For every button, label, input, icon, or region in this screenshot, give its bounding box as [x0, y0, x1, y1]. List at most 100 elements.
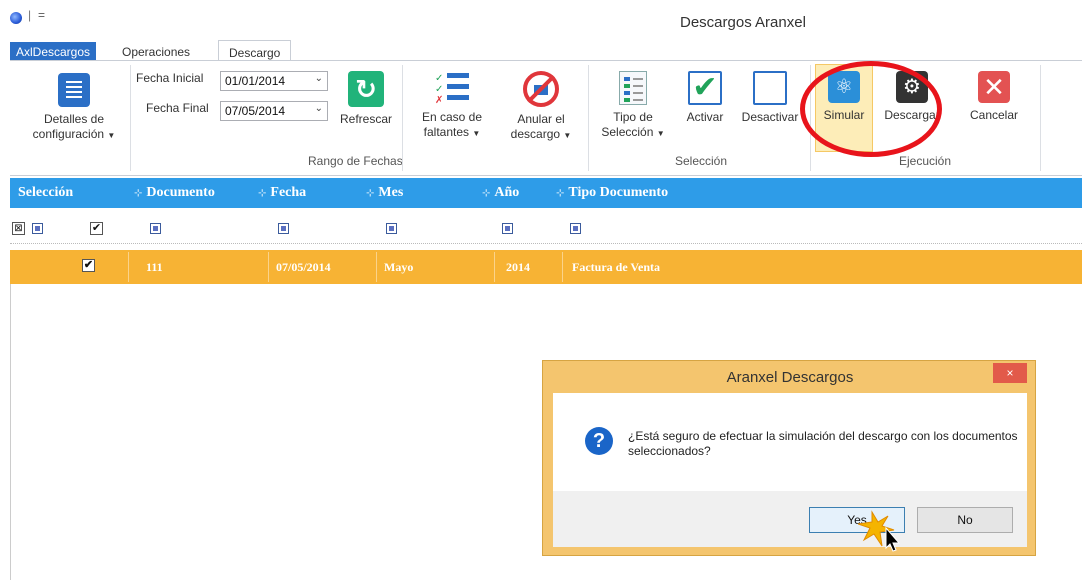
title-bar: | = Descargos Aranxel: [0, 0, 1082, 36]
tab-descargo[interactable]: Descargo: [218, 40, 292, 62]
desactivar-label: Desactivar: [741, 110, 799, 124]
cell-fecha: 07/05/2014: [276, 260, 331, 274]
fecha-final-label: Fecha Final: [146, 101, 209, 115]
detalles-label-2: configuración: [32, 127, 105, 141]
filter-select-all-checkbox[interactable]: ✔: [90, 222, 103, 235]
filter-clear-icon[interactable]: ⊠: [12, 222, 25, 235]
cell-divider: [268, 252, 269, 282]
refresh-icon: ↻: [348, 71, 384, 107]
pin-icon: ⊹: [258, 188, 267, 199]
group-separator: [588, 65, 589, 171]
tab-axldescargos[interactable]: AxlDescargos: [10, 42, 97, 62]
caret-down-icon: ▼: [656, 129, 665, 138]
refrescar-button[interactable]: ↻ Refrescar: [336, 71, 396, 127]
chevron-down-icon[interactable]: ⌄: [315, 103, 323, 114]
header-seleccion[interactable]: Selección: [18, 185, 73, 201]
dialog-footer: Yes No: [553, 491, 1027, 547]
checkbox-checked-icon: ✔: [688, 71, 722, 105]
title-separator: |: [28, 8, 32, 22]
group-separator: [402, 65, 403, 171]
header-documento-label: Documento: [146, 185, 215, 200]
dialog-title: Aranxel Descargos: [726, 369, 854, 386]
cancelar-button[interactable]: ✕ Cancelar: [962, 71, 1026, 123]
grid-header: Selección ⊹ Documento ⊹ Fecha ⊹ Mes ⊹ Año ⊹ T…: [10, 178, 1082, 208]
filter-anio[interactable]: [502, 223, 513, 234]
tipo-seleccion-label-1: Tipo de: [613, 110, 653, 124]
pin-icon: ⊹: [366, 188, 375, 199]
header-mes[interactable]: ⊹ Mes: [366, 185, 403, 201]
app-icon[interactable]: [10, 12, 22, 24]
checklist-icon: ✓ ✓ ✗: [435, 71, 469, 106]
document-settings-icon: [58, 73, 90, 107]
group-separator: [1040, 65, 1041, 171]
header-tipo-documento[interactable]: ⊹ Tipo Documento: [556, 185, 668, 201]
header-fecha[interactable]: ⊹ Fecha: [258, 185, 306, 201]
fecha-inicial-label: Fecha Inicial: [136, 71, 204, 85]
cell-mes: Mayo: [384, 260, 414, 274]
tab-operaciones[interactable]: Operaciones: [112, 42, 200, 62]
confirm-dialog: Aranxel Descargos × ? ¿Está seguro de ef…: [542, 360, 1036, 556]
caret-down-icon: ▼: [563, 131, 572, 140]
fecha-inicial-value: 01/01/2014: [225, 74, 286, 88]
cell-divider: [128, 252, 129, 282]
activar-label: Activar: [686, 110, 724, 124]
pin-icon: ⊹: [482, 188, 491, 199]
row-select-checkbox[interactable]: ✔: [82, 259, 95, 272]
caret-down-icon: ▼: [472, 129, 481, 138]
faltantes-label-1: En caso de: [421, 110, 483, 124]
cell-tipo-documento: Factura de Venta: [572, 260, 660, 274]
dialog-body: ? ¿Está seguro de efectuar la simulación…: [553, 393, 1027, 491]
cell-documento: 111: [146, 260, 163, 274]
tipo-de-seleccion-button[interactable]: Tipo de Selección ▼: [598, 71, 668, 141]
group-separator: [130, 65, 131, 171]
ribbon: Detalles de configuración ▼ Fecha Inicia…: [10, 60, 1082, 176]
filter-toggle[interactable]: [32, 223, 43, 234]
group-label-rango: Rango de Fechas: [308, 154, 403, 168]
cell-divider: [376, 252, 377, 282]
header-anio-label: Año: [494, 185, 520, 200]
cancelar-label: Cancelar: [969, 108, 1019, 122]
filter-fecha[interactable]: [278, 223, 289, 234]
en-caso-de-faltantes-button[interactable]: ✓ ✓ ✗ En caso de faltantes ▼: [414, 71, 490, 141]
fecha-final-value: 07/05/2014: [225, 104, 286, 118]
filter-row: ⊠ ✔: [10, 214, 1082, 244]
highlight-ring: [800, 61, 942, 157]
no-button[interactable]: No: [917, 507, 1013, 533]
anular-descargo-button[interactable]: Anular el descargo ▼: [502, 71, 580, 143]
group-label-seleccion: Selección: [675, 154, 728, 168]
header-mes-label: Mes: [378, 185, 404, 200]
header-tipo-label: Tipo Documento: [568, 185, 669, 200]
anular-label-1: Anular el: [517, 112, 565, 126]
dialog-close-button[interactable]: ×: [993, 363, 1027, 383]
fecha-final-picker[interactable]: 07/05/2014 ⌄: [220, 101, 328, 121]
window-title: Descargos Aranxel: [680, 14, 806, 31]
cell-divider: [494, 252, 495, 282]
pin-icon: ⊹: [556, 188, 565, 199]
caret-down-icon: ▼: [107, 131, 116, 140]
checkbox-empty-icon: [753, 71, 787, 105]
ribbon-tabs: AxlDescargos Operaciones Descargo: [0, 36, 1082, 62]
filter-documento[interactable]: [150, 223, 161, 234]
tipo-seleccion-label-2: Selección: [601, 125, 654, 139]
cancel-document-icon: [523, 71, 559, 107]
desactivar-button[interactable]: Desactivar: [738, 71, 802, 125]
cell-anio: 2014: [506, 260, 530, 274]
selection-list-icon: [619, 71, 647, 105]
close-x-icon: ✕: [978, 71, 1010, 103]
table-row[interactable]: ✔ 111 07/05/2014 Mayo 2014 Factura de Ve…: [10, 250, 1082, 284]
chevron-down-icon[interactable]: ⌄: [315, 73, 323, 84]
header-anio[interactable]: ⊹ Año: [482, 185, 519, 201]
dialog-message: ¿Está seguro de efectuar la simulación d…: [628, 429, 1018, 458]
detalles-label-1: Detalles de: [43, 112, 105, 126]
fecha-inicial-picker[interactable]: 01/01/2014 ⌄: [220, 71, 328, 91]
faltantes-label-2: faltantes: [423, 125, 470, 139]
header-documento[interactable]: ⊹ Documento: [134, 185, 215, 201]
pin-icon: ⊹: [134, 188, 143, 199]
group-label-ejecucion: Ejecución: [899, 154, 952, 168]
filter-tipo[interactable]: [570, 223, 581, 234]
filter-mes[interactable]: [386, 223, 397, 234]
cell-divider: [562, 252, 563, 282]
detalles-configuracion-button[interactable]: Detalles de configuración ▼: [24, 73, 124, 143]
quick-access-menu-icon[interactable]: =: [38, 8, 45, 22]
activar-button[interactable]: ✔ Activar: [680, 71, 730, 125]
